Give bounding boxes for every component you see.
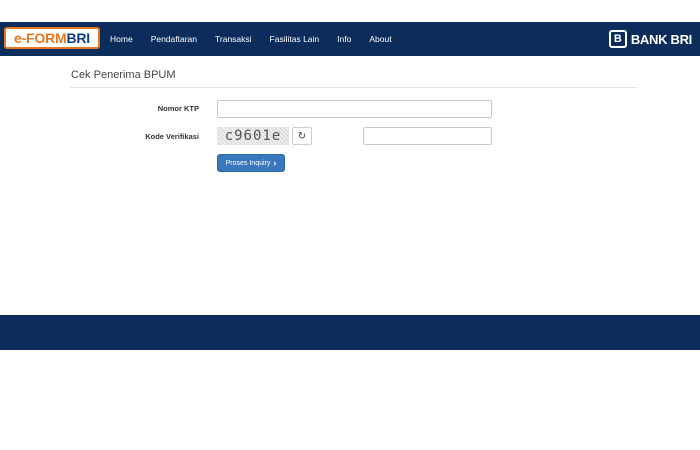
refresh-icon: ↻ [297,130,307,142]
kode-verifikasi-input[interactable] [363,127,492,145]
navbar: e-FORM BRI Home Pendaftaran Transaksi Fas… [0,22,700,56]
nav-home[interactable]: Home [101,34,142,44]
top-whitespace [0,0,700,22]
logo-text-bri: BRI [66,30,90,46]
page-title: Cek Penerima BPUM [71,69,176,81]
nav-info[interactable]: Info [328,34,360,44]
logo-text-eform: e-FORM [14,30,67,46]
ktp-input[interactable] [217,100,492,118]
bank-bri-mark-icon: B [608,30,627,48]
proses-inquiry-label: Proses Inquiry [225,159,271,167]
bank-bri-logo: B BANK BRI [608,27,692,51]
kode-verifikasi-label: Kode Verifikasi [145,132,199,141]
eform-bri-logo[interactable]: e-FORM BRI [4,27,100,49]
nav-menu: Home Pendaftaran Transaksi Fasilitas Lai… [101,22,401,56]
chevron-right-icon: › [273,158,277,168]
nav-about[interactable]: About [360,34,400,44]
bank-bri-text: BANK BRI [630,31,692,47]
nav-transaksi[interactable]: Transaksi [206,34,261,44]
footer-bar [0,315,700,350]
nav-fasilitas-lain[interactable]: Fasilitas Lain [261,34,329,44]
title-divider [70,87,637,88]
captcha-image: c9601e [217,127,289,145]
proses-inquiry-button[interactable]: Proses Inquiry › [217,154,285,172]
refresh-captcha-button[interactable]: ↻ [292,127,312,145]
nav-pendaftaran[interactable]: Pendaftaran [142,34,206,44]
ktp-label: Nomor KTP [157,104,199,113]
